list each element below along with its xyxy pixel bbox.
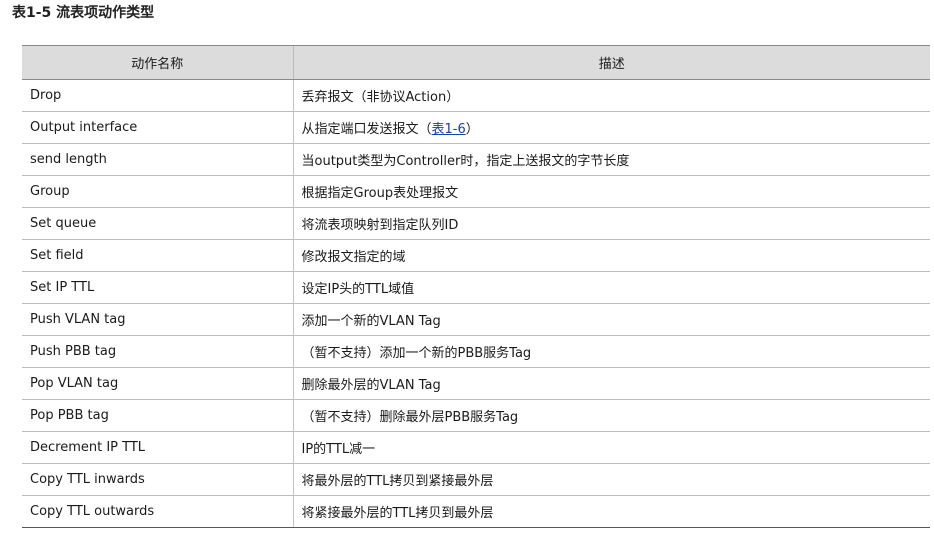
action-name-cell: Pop PBB tag [22,399,293,432]
table-row: Set queue 将流表项映射到指定队列ID [22,207,930,240]
table-row: Push PBB tag （暂不支持）添加一个新的PBB服务Tag [22,335,930,368]
description-text: ） [465,122,479,137]
table-row: Group 根据指定Group表处理报文 [22,175,930,208]
description-cell: 删除最外层的VLAN Tag [292,367,930,400]
flow-action-table: 动作名称 描述 Drop 丢弃报文（非协议Action） Output inte… [22,45,930,528]
action-name-cell: Drop [22,79,293,112]
table-row: Set field 修改报文指定的域 [22,239,930,272]
action-name-cell: Push PBB tag [22,335,293,368]
table-row: Pop VLAN tag 删除最外层的VLAN Tag [22,367,930,400]
table-row: Pop PBB tag （暂不支持）删除最外层PBB服务Tag [22,399,930,432]
description-cell: 将流表项映射到指定队列ID [292,207,930,240]
table-1-6-link[interactable]: 表1-6 [432,122,466,137]
description-cell: 设定IP头的TTL域值 [292,271,930,304]
action-name-cell: send length [22,143,293,176]
description-cell: IP的TTL减一 [292,431,930,464]
description-cell: 修改报文指定的域 [292,239,930,272]
description-cell: 当output类型为Controller时，指定上送报文的字节长度 [292,143,930,176]
description-cell: 根据指定Group表处理报文 [292,175,930,208]
table-header-row: 动作名称 描述 [22,45,930,80]
action-name-cell: Output interface [22,111,293,144]
table-row: Drop 丢弃报文（非协议Action） [22,79,930,112]
table-row: Copy TTL inwards 将最外层的TTL拷贝到紧接最外层 [22,463,930,496]
description-cell: （暂不支持）删除最外层PBB服务Tag [292,399,930,432]
action-name-cell: Pop VLAN tag [22,367,293,400]
table-row: Copy TTL outwards 将紧接最外层的TTL拷贝到最外层 [22,495,930,528]
description-cell: （暂不支持）添加一个新的PBB服务Tag [292,335,930,368]
action-name-cell: Set queue [22,207,293,240]
description-cell: 添加一个新的VLAN Tag [292,303,930,336]
description-cell: 从指定端口发送报文（表1-6） [292,111,930,144]
table-row: Decrement IP TTL IP的TTL减一 [22,431,930,464]
description-cell: 将最外层的TTL拷贝到紧接最外层 [292,463,930,496]
action-name-cell: Decrement IP TTL [22,431,293,464]
action-name-cell: Copy TTL inwards [22,463,293,496]
action-name-cell: Group [22,175,293,208]
description-cell: 丢弃报文（非协议Action） [292,79,930,112]
header-action-name: 动作名称 [22,45,293,80]
table-caption: 表1-5 流表项动作类型 [12,5,155,21]
description-text: 从指定端口发送报文（ [301,122,432,137]
table-row: Push VLAN tag 添加一个新的VLAN Tag [22,303,930,336]
action-name-cell: Copy TTL outwards [22,495,293,528]
action-name-cell: Set IP TTL [22,271,293,304]
action-name-cell: Push VLAN tag [22,303,293,336]
table-row: send length 当output类型为Controller时，指定上送报文… [22,143,930,176]
table-row: Set IP TTL 设定IP头的TTL域值 [22,271,930,304]
description-cell: 将紧接最外层的TTL拷贝到最外层 [292,495,930,528]
action-name-cell: Set field [22,239,293,272]
header-description: 描述 [292,45,930,80]
table-row: Output interface 从指定端口发送报文（表1-6） [22,111,930,144]
